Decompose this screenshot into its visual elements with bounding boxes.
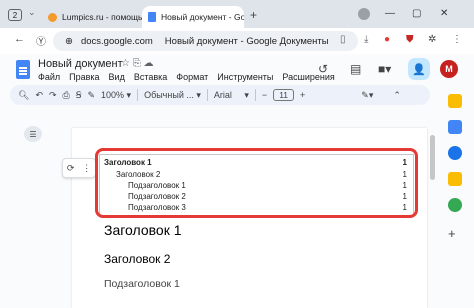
font-value: Arial	[213, 89, 232, 100]
back-icon[interactable]: ←	[14, 33, 25, 45]
cloud-status-icon[interactable]: ☁	[144, 58, 154, 69]
menu-bar: Файл Правка Вид Вставка Формат Инструмен…	[38, 72, 335, 82]
url-domain: docs.google.com	[80, 35, 153, 47]
collapse-toolbar-icon[interactable]: ⌃	[393, 90, 401, 101]
tab-search-icon[interactable]: ⌄	[28, 7, 36, 18]
heading-2[interactable]: Заголовок 2	[104, 252, 170, 266]
move-folder-icon[interactable]: ⎘	[133, 58, 141, 69]
search-menus-icon[interactable]: 🔍︎	[18, 90, 29, 101]
docs-logo-icon[interactable]	[16, 60, 30, 79]
formatting-toolbar: 🔍︎ ↶ ↷ ⎙ Ꞩ ✎ 100% ▾ Обычный ... ▾ Arial …	[10, 85, 430, 105]
zoom-select[interactable]: 100% ▾	[101, 90, 131, 101]
url-page-title: Новый документ - Google Документы	[164, 35, 329, 47]
decrease-font-size-icon[interactable]: −	[262, 90, 267, 100]
tasks-icon[interactable]	[448, 146, 462, 160]
tab-title: Lumpics.ru - помощь с ко	[62, 12, 142, 22]
keep-icon[interactable]	[448, 94, 462, 108]
minimize-icon[interactable]: —	[385, 8, 395, 19]
lumpics-favicon-icon	[48, 12, 57, 22]
toc-more-icon[interactable]: ⋮	[82, 163, 91, 174]
spellcheck-icon[interactable]: Ꞩ	[76, 90, 82, 101]
toolbar-divider	[206, 89, 208, 101]
maximize-icon[interactable]: ▢	[412, 8, 421, 19]
history-icon[interactable]: ↺	[318, 62, 328, 76]
toolbar-divider	[254, 89, 256, 101]
tab-count-button[interactable]: 2	[8, 9, 22, 21]
font-select[interactable]: Arial ▾	[214, 90, 249, 101]
download-icon[interactable]: ⤓	[364, 34, 368, 45]
document-title[interactable]: Новый документ	[38, 58, 123, 70]
close-window-icon[interactable]: ✕	[440, 8, 448, 19]
tab-lumpics[interactable]: Lumpics.ru - помощь с ко	[42, 6, 142, 28]
menu-view[interactable]: Вид	[109, 72, 125, 82]
undo-icon[interactable]: ↶	[35, 90, 43, 101]
meet-icon[interactable]: ■▾	[378, 62, 391, 76]
new-tab-button[interactable]: +	[250, 8, 257, 22]
menu-tools[interactable]: Инструменты	[217, 72, 273, 82]
increase-font-size-icon[interactable]: +	[300, 90, 305, 100]
address-bar[interactable]: ⊕ docs.google.com Новый документ - Googl…	[53, 31, 358, 51]
calendar-icon[interactable]	[448, 120, 462, 134]
shield-extension-icon[interactable]: ⛊	[406, 34, 414, 45]
star-icon[interactable]: ☆	[121, 58, 130, 69]
tab-title: Новый документ - Goo	[161, 12, 244, 22]
subheading-1[interactable]: Подзаголовок 1	[104, 278, 180, 290]
tab-google-docs[interactable]: Новый документ - Goo ✕	[142, 6, 244, 28]
scrollbar[interactable]	[430, 135, 435, 180]
redo-icon[interactable]: ↷	[49, 90, 57, 101]
browser-menu-icon[interactable]: ⋮	[452, 34, 462, 45]
profile-icon[interactable]	[358, 8, 370, 20]
add-person-icon: 👤	[412, 63, 426, 76]
extensions-icon[interactable]: ✲	[428, 34, 436, 45]
keep-notes-icon[interactable]	[448, 172, 462, 186]
menu-insert[interactable]: Вставка	[134, 72, 167, 82]
comments-icon[interactable]: ▤	[350, 62, 361, 76]
outline-toggle-icon[interactable]: ☰	[24, 126, 42, 142]
style-select[interactable]: Обычный ... ▾	[144, 90, 201, 101]
zoom-value: 100%	[101, 89, 125, 100]
menu-file[interactable]: Файл	[38, 72, 60, 82]
refresh-toc-icon[interactable]: ⟳	[67, 163, 75, 174]
print-icon[interactable]: ⎙	[63, 90, 70, 101]
maps-icon[interactable]	[448, 198, 462, 212]
add-addon-icon[interactable]: +	[448, 226, 462, 241]
share-button[interactable]: 👤	[408, 58, 430, 80]
avatar[interactable]: M	[440, 60, 458, 78]
font-size-input[interactable]: 11	[273, 89, 295, 101]
paint-format-icon[interactable]: ✎	[87, 90, 95, 101]
bookmark-icon[interactable]: ▯	[340, 34, 346, 45]
toc-controls: ⟳ ⋮	[62, 158, 96, 178]
editing-mode-icon[interactable]: ✎▾	[361, 90, 373, 101]
menu-format[interactable]: Формат	[176, 72, 208, 82]
doc-title-icons: ☆ ⎘ ☁	[121, 58, 154, 69]
docs-favicon-icon	[148, 12, 156, 22]
yandex-icon[interactable]: Ⓨ	[36, 33, 46, 48]
style-value: Обычный ...	[144, 89, 194, 100]
highlight-frame	[95, 148, 418, 218]
menu-edit[interactable]: Правка	[69, 72, 99, 82]
opera-extension-icon[interactable]: ●	[384, 34, 390, 45]
heading-1[interactable]: Заголовок 1	[104, 222, 182, 238]
site-info-icon[interactable]: ⊕	[65, 36, 73, 47]
toolbar-divider	[137, 89, 139, 101]
